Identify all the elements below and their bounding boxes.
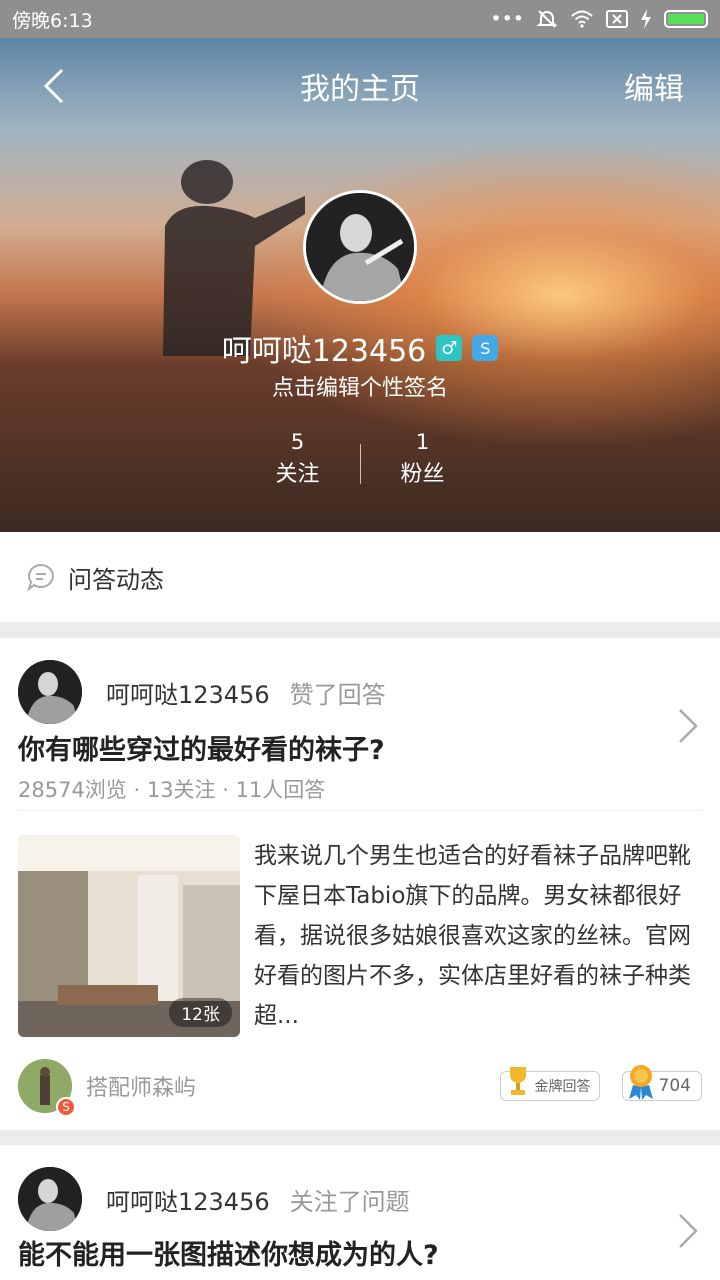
card-user: 呵呵哒123456 赞了回答 xyxy=(18,660,386,724)
followers-label: 粉丝 xyxy=(400,462,445,487)
s-badge-icon[interactable]: S xyxy=(472,335,499,361)
card-username[interactable]: 呵呵哒123456 xyxy=(106,675,270,710)
answer-image[interactable]: 12张 xyxy=(18,835,240,1037)
medal-icon xyxy=(628,1065,653,1100)
wifi-icon xyxy=(571,10,593,28)
feed-card[interactable]: 呵呵哒123456 关注了问题 能不能用一张图描述你想成为的人? xyxy=(0,1145,720,1280)
gold-answer-badge: 金牌回答 xyxy=(499,1067,600,1101)
more-dots-icon: ••• xyxy=(490,8,524,30)
followers-count: 1 xyxy=(415,430,430,454)
feed-card[interactable]: 呵呵哒123456 赞了回答 你有哪些穿过的最好看的袜子? 28574浏览 · … xyxy=(0,638,720,1130)
profile-header: 我的主页 编辑 呵呵哒123456 ♂ S 点击编辑个性签名 5 关注 1 粉丝 xyxy=(0,38,720,532)
stat-followers[interactable]: 1 粉丝 xyxy=(361,430,485,488)
sim-icon xyxy=(606,10,628,28)
section-title: 问答动态 xyxy=(68,565,164,594)
stat-following[interactable]: 5 关注 xyxy=(236,430,360,488)
answer-footer: S 搭配师森屿 金牌回答 704 xyxy=(18,1058,702,1117)
mute-icon xyxy=(536,10,558,28)
chevron-right-icon[interactable] xyxy=(674,706,700,746)
status-time: 傍晚6:13 xyxy=(12,9,93,32)
section-header: 问答动态 xyxy=(0,532,720,622)
avatar[interactable] xyxy=(18,660,82,724)
divider xyxy=(18,810,702,811)
gold-answer-label: 金牌回答 xyxy=(534,1079,591,1095)
like-count-badge[interactable]: 704 xyxy=(621,1065,702,1101)
stats: 5 关注 1 粉丝 xyxy=(0,430,720,488)
qa-bubble-icon xyxy=(27,563,54,592)
following-label: 关注 xyxy=(275,462,320,487)
username-row: 呵呵哒123456 ♂ S xyxy=(0,326,720,370)
question-title[interactable]: 你有哪些穿过的最好看的袜子? xyxy=(18,728,385,767)
charging-icon xyxy=(641,9,651,29)
status-bar: 傍晚6:13 ••• xyxy=(0,0,720,38)
avatar[interactable] xyxy=(18,1167,82,1231)
card-action: 关注了问题 xyxy=(289,1187,410,1216)
following-count: 5 xyxy=(290,430,305,454)
status-icons: ••• xyxy=(490,8,708,30)
male-icon: ♂ xyxy=(436,335,463,361)
card-action: 赞了回答 xyxy=(289,680,386,709)
answerer-name[interactable]: 搭配师森屿 xyxy=(86,1070,500,1102)
like-count: 704 xyxy=(658,1076,691,1096)
avatar[interactable] xyxy=(303,190,417,304)
card-username[interactable]: 呵呵哒123456 xyxy=(106,1182,270,1217)
answer-excerpt[interactable]: 我来说几个男生也适合的好看袜子品牌吧靴下屋日本Tabio旗下的品牌。男女袜都很好… xyxy=(254,836,694,1036)
image-count: 12张 xyxy=(169,998,232,1027)
trophy-icon xyxy=(509,1067,526,1095)
page-title: 我的主页 xyxy=(300,72,420,107)
chevron-right-icon[interactable] xyxy=(674,1211,700,1251)
battery-icon xyxy=(664,10,708,28)
edit-button[interactable]: 编辑 xyxy=(624,64,684,108)
card-user: 呵呵哒123456 关注了问题 xyxy=(18,1167,410,1231)
username: 呵呵哒123456 xyxy=(221,334,427,369)
nav-bar: 我的主页 编辑 xyxy=(0,48,720,116)
question-title[interactable]: 能不能用一张图描述你想成为的人? xyxy=(18,1233,439,1272)
s-badge-icon: S xyxy=(56,1097,76,1117)
signature[interactable]: 点击编辑个性签名 xyxy=(0,370,720,402)
question-meta: 28574浏览 · 13关注 · 11人回答 xyxy=(18,778,326,802)
answerer-avatar[interactable]: S xyxy=(18,1059,76,1117)
